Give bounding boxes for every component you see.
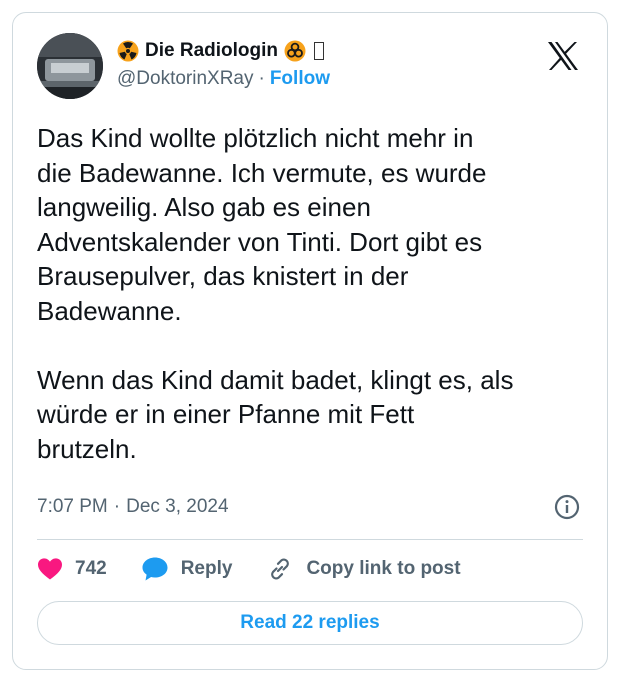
- x-logo-icon[interactable]: [547, 41, 579, 71]
- reply-label: Reply: [180, 558, 233, 579]
- handle-separator: ·: [258, 68, 265, 89]
- meta-separator: ·: [113, 496, 121, 517]
- tweet-time[interactable]: 7:07 PM: [37, 496, 108, 518]
- copy-link-label: Copy link to post: [306, 558, 461, 579]
- handle-row: @DoktorinXRay · Follow: [117, 65, 330, 93]
- radioactive-icon: [117, 40, 139, 62]
- tweet-date[interactable]: Dec 3, 2024: [126, 496, 228, 518]
- missing-glyph-icon: [314, 42, 324, 60]
- like-button[interactable]: 742: [37, 557, 107, 581]
- name-row: Die Radiologin: [117, 37, 330, 65]
- avatar-image: [37, 33, 103, 99]
- reply-bubble-icon: [142, 557, 168, 581]
- tweet-card: Die Radiologin @DoktorinXRay · Follow Da…: [12, 12, 608, 670]
- like-count: 742: [75, 558, 107, 579]
- author-handle[interactable]: @DoktorinXRay: [117, 68, 254, 90]
- avatar[interactable]: [37, 33, 103, 99]
- divider: [37, 539, 583, 540]
- link-icon: [271, 558, 290, 580]
- tweet-text: Das Kind wollte plötzlich nicht mehr in …: [37, 123, 514, 464]
- heart-icon: [38, 558, 62, 580]
- copy-link-button[interactable]: Copy link to post: [266, 555, 461, 583]
- action-bar: 742 Reply Copy link to post: [37, 551, 495, 587]
- info-icon[interactable]: [553, 493, 581, 521]
- read-replies-button[interactable]: Read 22 replies: [37, 601, 583, 645]
- biohazard-icon: [284, 40, 306, 62]
- display-name[interactable]: Die Radiologin: [145, 40, 278, 62]
- author-names: Die Radiologin @DoktorinXRay · Follow: [117, 37, 330, 93]
- tweet-meta: 7:07 PM · Dec 3, 2024: [37, 491, 583, 523]
- reply-button[interactable]: Reply: [141, 556, 233, 582]
- follow-button[interactable]: Follow: [270, 68, 330, 90]
- tweet-header: Die Radiologin @DoktorinXRay · Follow: [37, 33, 583, 99]
